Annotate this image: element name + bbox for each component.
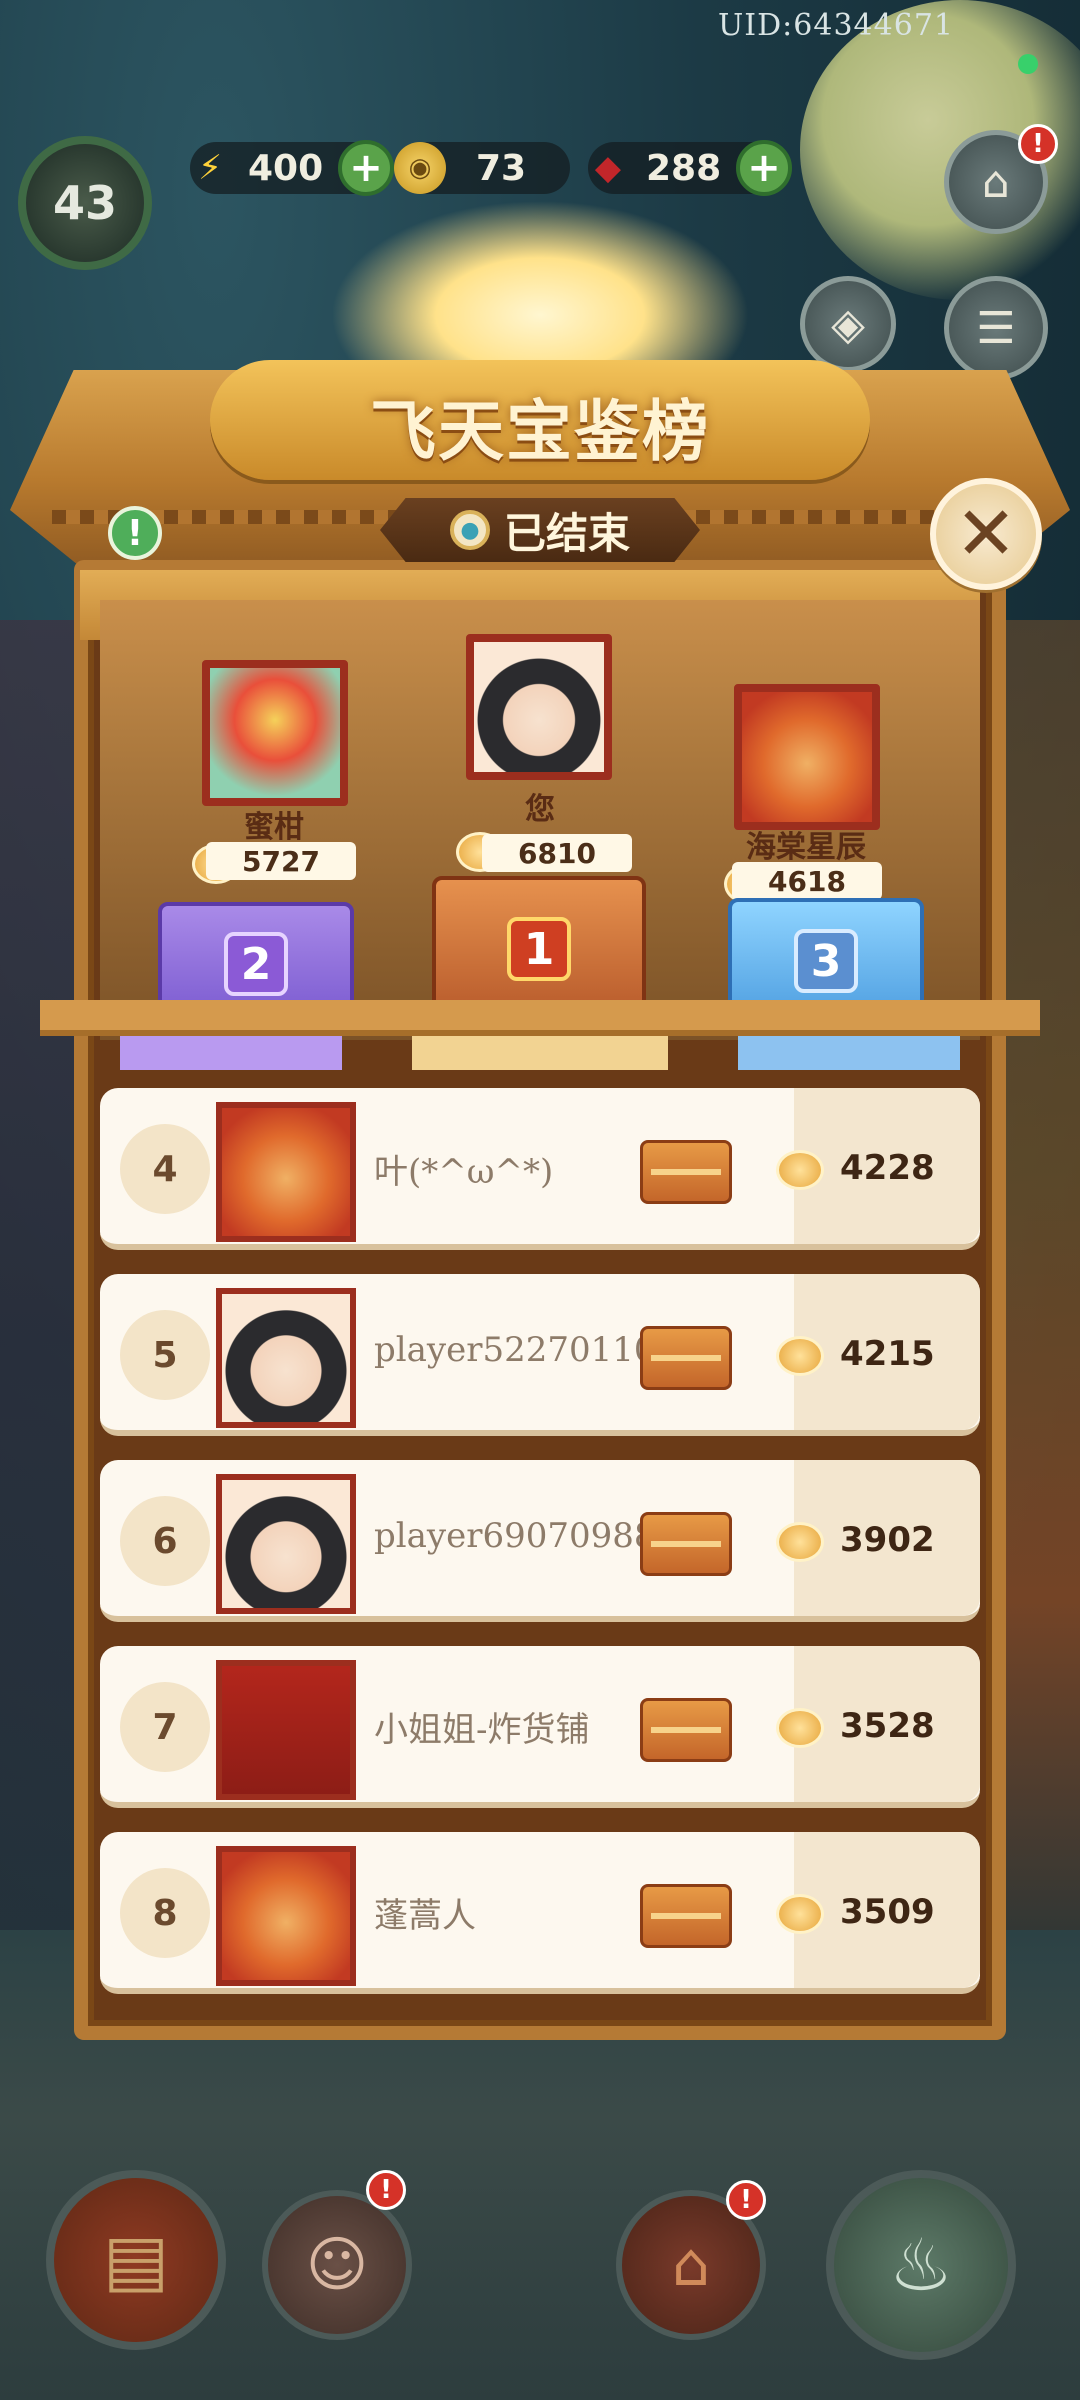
player-avatar[interactable] <box>216 1846 356 1986</box>
player-score: 4228 <box>840 1148 935 1188</box>
character-button[interactable]: ☺ <box>262 2190 412 2340</box>
cloud-coin-icon <box>776 1522 824 1562</box>
character-icon: ☺ <box>305 2230 369 2300</box>
character-alert-badge: ! <box>366 2170 406 2210</box>
leaderboard-row[interactable]: 4 叶(*^ω^*) 4228 <box>100 1088 980 1250</box>
player-name: 小姐姐-炸货铺 <box>374 1710 590 1750</box>
player-level-badge[interactable]: 43 <box>18 136 152 270</box>
close-icon: ✕ <box>954 491 1017 577</box>
girl-avatar-image <box>222 1480 350 1608</box>
background-left-scenery <box>0 620 80 2020</box>
player-score: 3902 <box>840 1520 935 1560</box>
teapot-button[interactable]: ♨ <box>826 2170 1016 2360</box>
player-score: 3509 <box>840 1892 935 1932</box>
close-button[interactable]: ✕ <box>930 478 1042 590</box>
cloud-coin-icon <box>776 1336 824 1376</box>
coin-value: 73 <box>476 147 527 189</box>
ox-avatar-image <box>742 692 872 822</box>
ox-avatar-image <box>222 1108 350 1236</box>
rank-3-badge: 3 <box>794 929 858 993</box>
shop-alert-badge: ! <box>1018 124 1058 164</box>
podium-score-rank-3: 4618 <box>732 862 882 900</box>
gem-value: 288 <box>646 147 722 189</box>
shop-icon: ⌂ <box>982 156 1010 208</box>
rank-1-badge: 1 <box>507 917 571 981</box>
podium-score-rank-1: 6810 <box>482 834 632 872</box>
map-button[interactable]: ◈ <box>800 276 896 372</box>
cloud-coin-icon <box>776 1708 824 1748</box>
book-icon: ▤ <box>102 2219 170 2301</box>
coin-counter: ◉ 73 <box>394 142 570 194</box>
energy-value: 400 <box>248 147 324 189</box>
podium-avatar-rank-1[interactable] <box>466 634 612 780</box>
lion-dance-avatar-image <box>210 668 340 798</box>
player-score: 4215 <box>840 1334 935 1374</box>
photo-avatar-image <box>222 1666 350 1794</box>
rank-number: 8 <box>120 1868 210 1958</box>
leaderboard-row[interactable]: 7 小姐姐-炸货铺 3528 <box>100 1646 980 1808</box>
online-indicator <box>1018 54 1038 74</box>
player-avatar[interactable] <box>216 1288 356 1428</box>
girl-avatar-image <box>474 642 604 772</box>
clock-icon: ● <box>449 510 490 550</box>
player-name: player52270110 <box>374 1330 656 1370</box>
reward-chest-icon[interactable] <box>640 1512 732 1576</box>
reward-chest-icon[interactable] <box>640 1698 732 1762</box>
gem-icon: ◆ <box>594 148 622 188</box>
rank-number: 5 <box>120 1310 210 1400</box>
podium-name-rank-1: 您 <box>525 792 555 827</box>
reward-chest-icon[interactable] <box>640 1326 732 1390</box>
podium-name-rank-2: 蜜柑 <box>244 810 304 845</box>
coin-icon: ◉ <box>394 142 446 194</box>
list-icon: ☰ <box>976 302 1016 354</box>
stall-alert-badge: ! <box>726 2180 766 2220</box>
lightning-icon: ⚡ <box>198 148 222 188</box>
player-name: 蓬蒿人 <box>374 1896 476 1936</box>
rank-number: 4 <box>120 1124 210 1214</box>
podium-name-rank-3: 海棠星辰 <box>746 830 866 865</box>
compass-icon: ◈ <box>831 298 865 350</box>
ox-avatar-image <box>222 1852 350 1980</box>
podium-score-rank-2: 5727 <box>206 842 356 880</box>
event-status-banner: ● 已结束 <box>380 498 700 562</box>
storybook-button[interactable]: ▤ <box>46 2170 226 2350</box>
rank-2-badge: 2 <box>224 932 288 996</box>
player-avatar[interactable] <box>216 1102 356 1242</box>
leaderboard-row[interactable]: 6 player69070988 3902 <box>100 1460 980 1622</box>
reward-chest-icon[interactable] <box>640 1140 732 1204</box>
leaderboard-row[interactable]: 8 蓬蒿人 3509 <box>100 1832 980 1994</box>
stall-icon: ⌂ <box>671 2230 711 2300</box>
info-button[interactable]: ! <box>108 506 162 560</box>
cloud-coin-icon <box>776 1894 824 1934</box>
uid-label: UID:64344671 <box>718 8 954 43</box>
exclamation-icon: ! <box>126 512 144 554</box>
reward-chest-icon[interactable] <box>640 1884 732 1948</box>
gem-counter: ◆ 288 + <box>588 140 792 196</box>
player-avatar[interactable] <box>216 1660 356 1800</box>
podium-shelf <box>40 1000 1040 1036</box>
teapot-icon: ♨ <box>888 2223 954 2307</box>
player-avatar[interactable] <box>216 1474 356 1614</box>
girl-avatar-image <box>222 1294 350 1422</box>
add-gem-button[interactable]: + <box>736 140 792 196</box>
player-name: 叶(*^ω^*) <box>374 1152 554 1192</box>
rank-number: 6 <box>120 1496 210 1586</box>
add-energy-button[interactable]: + <box>338 140 394 196</box>
player-score: 3528 <box>840 1706 935 1746</box>
leaderboard-row[interactable]: 5 player52270110 4215 <box>100 1274 980 1436</box>
rank-number: 7 <box>120 1682 210 1772</box>
event-status-text: 已结束 <box>503 508 630 558</box>
player-name: player69070988 <box>374 1516 656 1556</box>
panel-title: 飞天宝鉴榜 <box>370 392 710 470</box>
cloud-coin-icon <box>776 1150 824 1190</box>
energy-counter: ⚡ 400 + <box>190 140 394 196</box>
level-value: 43 <box>52 176 117 230</box>
podium-avatar-rank-3[interactable] <box>734 684 880 830</box>
podium-avatar-rank-2[interactable] <box>202 660 348 806</box>
menu-button[interactable]: ☰ <box>944 276 1048 380</box>
